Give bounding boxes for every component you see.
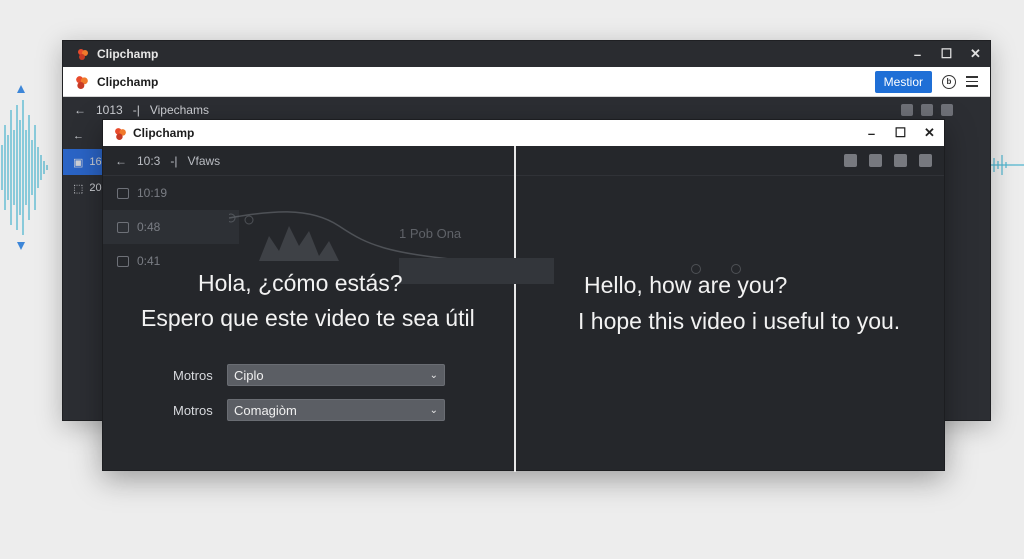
toolbar-time: 1013 bbox=[96, 103, 123, 117]
app-title: Clipchamp bbox=[97, 74, 159, 89]
window-title: Clipchamp bbox=[133, 126, 195, 140]
tool-icon[interactable] bbox=[844, 154, 857, 167]
media-item[interactable]: 10:19 bbox=[103, 176, 239, 210]
maximize-icon[interactable]: ☐ bbox=[886, 120, 915, 146]
media-icon bbox=[117, 255, 129, 267]
clipchamp-logo-icon bbox=[115, 127, 126, 140]
field-label: Motros bbox=[173, 403, 213, 418]
primary-action-button[interactable]: Mestior bbox=[874, 70, 932, 93]
media-icon: ▣ bbox=[73, 156, 84, 169]
dropdown-select[interactable]: Comagiòm ⌄ bbox=[227, 399, 445, 421]
dropdown-select[interactable]: Ciplo ⌄ bbox=[227, 364, 445, 386]
translated-caption-line-1: Hello, how are you? bbox=[584, 272, 788, 298]
sidebar-item[interactable]: ← bbox=[63, 123, 103, 149]
minimize-icon[interactable]: – bbox=[903, 41, 932, 67]
grid-icon[interactable] bbox=[919, 154, 932, 167]
split-icon[interactable] bbox=[869, 154, 882, 167]
media-icon: ⬚ bbox=[73, 182, 84, 195]
back-arrow-icon[interactable]: ← bbox=[74, 103, 86, 117]
app-bar: Clipchamp Mestior b bbox=[63, 67, 990, 97]
source-caption-line-2: Espero que este video te sea útil bbox=[141, 305, 475, 331]
front-toolbar: ← 10:3 -| Vfaws bbox=[103, 146, 944, 176]
sidebar-item-active[interactable]: ▣ 16 bbox=[63, 149, 103, 175]
media-icon bbox=[117, 221, 129, 233]
tool-icon[interactable] bbox=[920, 104, 933, 116]
toolbar-label: Vfaws bbox=[187, 153, 221, 168]
audio-waveform bbox=[229, 211, 509, 265]
toolbar-separator: -| bbox=[132, 103, 140, 117]
ghost-clip-label: 1 Pob Ona bbox=[399, 226, 462, 241]
media-item[interactable]: 0:48 bbox=[103, 210, 239, 244]
close-icon[interactable]: ✕ bbox=[961, 41, 990, 67]
back-sidebar: ← ▣ 16 ⬚ 20 bbox=[63, 123, 103, 201]
toolbar-label: Vipechams bbox=[149, 103, 209, 117]
clipchamp-logo-icon bbox=[78, 49, 88, 60]
source-caption-line-1: Hola, ¿cómo estás? bbox=[198, 270, 403, 296]
field-label: Motros bbox=[173, 368, 213, 383]
maximize-icon[interactable]: ☐ bbox=[932, 41, 961, 67]
toolbar-time: 10:3 bbox=[137, 153, 161, 168]
back-arrow-icon[interactable]: ← bbox=[115, 154, 127, 168]
translated-caption-line-2: I hope this video i useful to you. bbox=[578, 308, 901, 334]
toolbar-separator: -| bbox=[170, 153, 178, 168]
sidebar-item[interactable]: ⬚ 20 bbox=[63, 175, 103, 201]
grid-icon[interactable] bbox=[940, 104, 953, 116]
media-icon bbox=[117, 187, 129, 199]
waveform-graphic bbox=[1, 85, 48, 250]
right-pane: Hello, how are you? I hope this video i … bbox=[516, 176, 946, 472]
chevron-down-icon: ⌄ bbox=[429, 404, 438, 416]
back-window-titlebar: Clipchamp – ☐ ✕ bbox=[63, 41, 990, 67]
minimize-icon[interactable]: – bbox=[857, 120, 886, 146]
info-icon[interactable]: b bbox=[942, 74, 956, 89]
close-icon[interactable]: ✕ bbox=[915, 120, 944, 146]
clipchamp-logo-icon bbox=[76, 75, 88, 89]
chevron-down-icon: ⌄ bbox=[429, 369, 438, 381]
front-window: Clipchamp – ☐ ✕ ← 10:3 -| Vfaws 10:19 0:… bbox=[102, 119, 946, 472]
front-window-titlebar: Clipchamp – ☐ ✕ bbox=[103, 120, 944, 146]
window-title: Clipchamp bbox=[97, 47, 159, 61]
tool-icon[interactable] bbox=[894, 154, 907, 167]
left-pane: 10:19 0:48 0:41 1 Pob Ona Hola, ¿cómo es… bbox=[103, 176, 554, 472]
waveform-graphic-right bbox=[988, 155, 1024, 175]
menu-icon[interactable] bbox=[966, 76, 978, 87]
media-list: 10:19 0:48 0:41 bbox=[103, 176, 239, 278]
tool-icon[interactable] bbox=[900, 104, 913, 116]
